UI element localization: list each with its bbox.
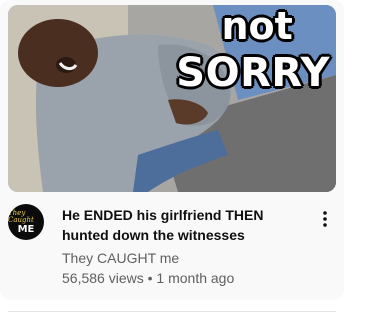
channel-name[interactable]: They CAUGHT me [62,249,179,267]
thumbnail-caption: not SORRY [176,5,330,93]
video-metadata: 56,586 views • 1 month ago [62,269,234,287]
view-count: 56,586 views [62,270,144,286]
meta-separator: • [147,270,153,286]
video-title[interactable]: He ENDED his girlfriend THEN hunted down… [62,205,306,245]
avatar-logo-line1: They Caught [8,208,34,224]
more-options-button[interactable] [316,208,334,230]
channel-avatar[interactable]: They Caught ME [8,204,44,240]
upload-age: 1 month ago [156,270,235,286]
video-thumbnail[interactable]: not SORRY [8,5,336,192]
video-card[interactable]: not SORRY They Caught ME He ENDED his gi… [0,0,344,300]
more-vert-icon [323,211,327,227]
thumbnail-caption-line2: SORRY [176,50,330,96]
avatar-logo-line2: ME [17,223,35,235]
divider [8,311,336,312]
thumbnail-caption-line1: not [221,5,293,48]
